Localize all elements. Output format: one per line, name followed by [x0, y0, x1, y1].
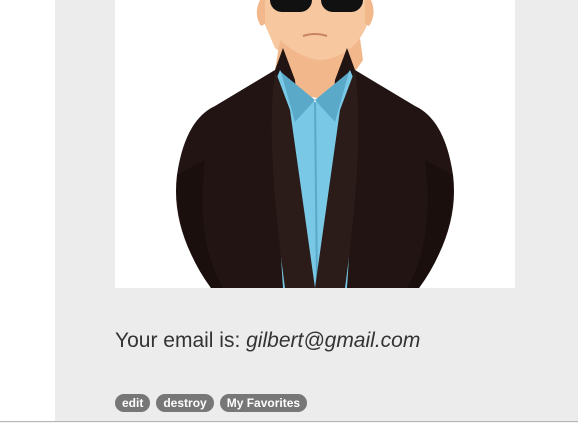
my-favorites-button[interactable]: My Favorites — [219, 394, 308, 412]
email-prefix: Your email is: — [115, 329, 247, 352]
email-line: Your email is: gilbert@gmail.com — [115, 327, 420, 355]
edit-button[interactable]: edit — [115, 394, 151, 412]
destroy-button[interactable]: destroy — [156, 394, 214, 412]
man-in-sunglasses-icon — [175, 0, 455, 288]
email-value: gilbert@gmail.com — [246, 329, 421, 352]
action-buttons: edit destroy My Favorites — [115, 394, 308, 412]
page: Your email is: gilbert@gmail.com edit de… — [0, 0, 578, 423]
profile-avatar — [115, 0, 515, 288]
